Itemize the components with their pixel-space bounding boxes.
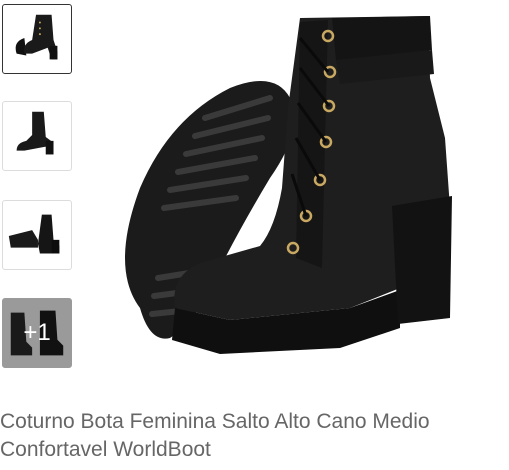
boot-side-thumbnail-image [16,111,54,155]
thumbnail-3[interactable] [2,200,72,270]
boot-thumbnail-image [15,14,58,60]
main-product-image[interactable] [100,8,470,368]
boot-pair-thumbnail-image [8,214,60,254]
boot-main-image [125,16,452,354]
thumbnail-2[interactable] [2,101,72,171]
thumbnail-1[interactable] [2,4,72,74]
product-title: Coturno Bota Feminina Salto Alto Cano Me… [0,410,430,461]
thumbnail-more[interactable]: +1 [2,298,72,368]
more-images-count: +1 [23,319,51,346]
